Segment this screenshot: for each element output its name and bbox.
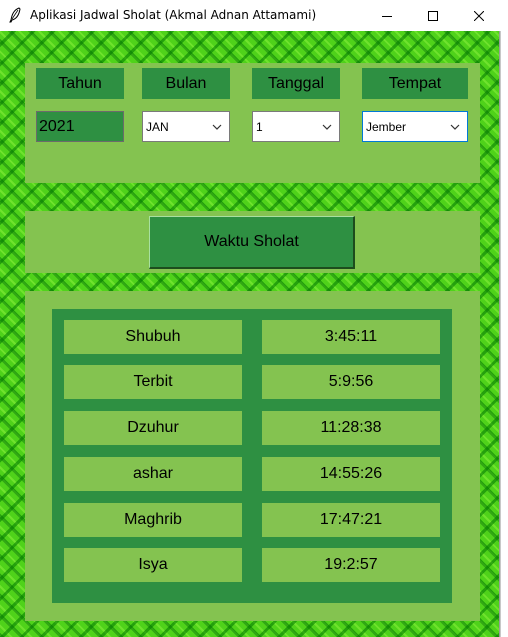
close-icon — [474, 10, 484, 21]
prayer-time-isya: 19:2:57 — [262, 548, 440, 582]
maximize-icon — [428, 10, 438, 21]
maximize-button[interactable] — [410, 0, 456, 31]
place-select[interactable]: Jember — [362, 111, 468, 142]
window-edge — [500, 31, 508, 637]
window-title: Aplikasi Jadwal Sholat (Akmal Adnan Atta… — [30, 8, 317, 22]
chevron-down-icon — [322, 124, 332, 130]
prayer-name-maghrib: Maghrib — [64, 503, 242, 537]
chevron-down-icon — [450, 124, 460, 130]
prayer-time-terbit: 5:9:56 — [262, 365, 440, 399]
month-select[interactable]: JAN — [142, 111, 230, 142]
close-button[interactable] — [456, 0, 502, 31]
prayer-time-shubuh: 3:45:11 — [262, 320, 440, 354]
prayer-name-dzuhur: Dzuhur — [64, 411, 242, 445]
window-client-area: Tahun Bulan Tanggal Tempat 2021 JAN 1 Je… — [0, 31, 500, 637]
minimize-button[interactable] — [364, 0, 410, 31]
chevron-down-icon — [212, 124, 222, 130]
month-select-value: JAN — [146, 119, 169, 134]
prayer-time-ashar: 14:55:26 — [262, 457, 440, 491]
place-select-value: Jember — [366, 119, 407, 134]
prayer-name-isya: Isya — [64, 548, 242, 582]
minimize-icon — [382, 15, 392, 17]
month-label: Bulan — [142, 68, 230, 99]
year-input[interactable]: 2021 — [36, 111, 124, 142]
prayer-name-terbit: Terbit — [64, 365, 242, 399]
prayer-name-ashar: ashar — [64, 457, 242, 491]
place-label: Tempat — [362, 68, 468, 99]
feather-icon — [9, 7, 21, 23]
day-select-value: 1 — [256, 119, 263, 134]
prayer-time-maghrib: 17:47:21 — [262, 503, 440, 537]
prayer-name-shubuh: Shubuh — [64, 320, 242, 354]
day-select[interactable]: 1 — [252, 111, 340, 142]
year-label: Tahun — [36, 68, 124, 99]
prayer-time-dzuhur: 11:28:38 — [262, 411, 440, 445]
day-label: Tanggal — [252, 68, 340, 99]
prayer-times-button[interactable]: Waktu Sholat — [149, 216, 355, 269]
title-bar: Aplikasi Jadwal Sholat (Akmal Adnan Atta… — [0, 0, 508, 31]
